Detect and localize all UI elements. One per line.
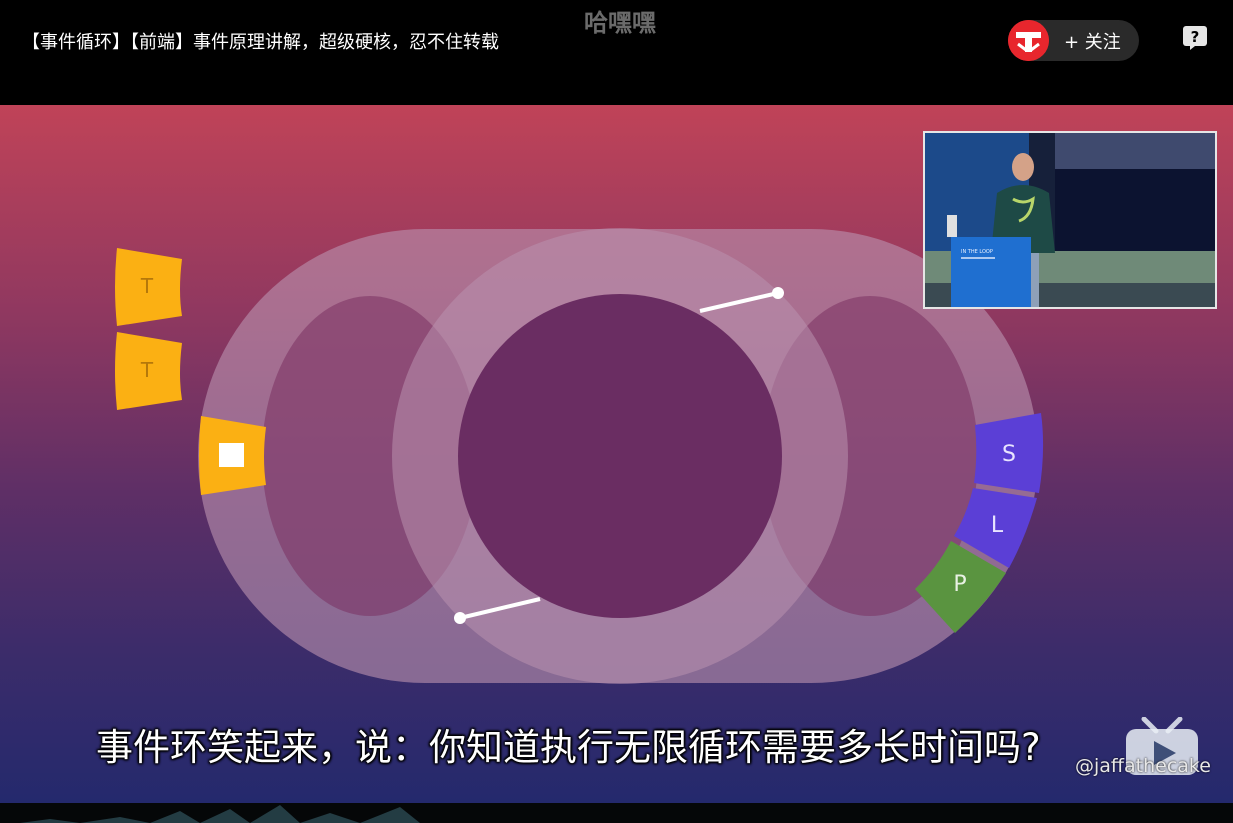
step-tile-p-label: P	[953, 572, 966, 597]
track-task-marker	[219, 443, 244, 467]
speaker-pip[interactable]: IN THE LOOP	[923, 131, 1217, 309]
video-title: 【事件循环】【前端】事件原理讲解，超级硬核，忍不住转载	[22, 32, 499, 53]
top-bar: 【事件循环】【前端】事件原理讲解，超级硬核，忍不住转载 哈嘿嘿 + 关注 ?	[0, 0, 1233, 105]
progress-waveform-bar[interactable]	[0, 803, 1233, 823]
follow-button-label[interactable]: + 关注	[1064, 28, 1121, 54]
connector-bottom-dot	[454, 612, 466, 624]
avatar-logo-icon	[1008, 20, 1049, 61]
waveform-graphic	[20, 805, 420, 823]
left-task-tiles: T T	[115, 248, 182, 410]
watermark-text: 哈嘿嘿	[584, 9, 656, 37]
speaker-scene: IN THE LOOP	[925, 133, 1215, 307]
loop-track	[198, 228, 1038, 684]
task-tile-2-label: T	[140, 358, 154, 382]
loop-track-center	[458, 294, 782, 618]
step-tile-l-label: L	[991, 513, 1004, 538]
connector-top-dot	[772, 287, 784, 299]
video-frame[interactable]: T T S L P IN THE LOOP 事件环笑起来，说：你知道执行无限循环…	[0, 105, 1233, 803]
step-tile-s-label: S	[1002, 442, 1016, 467]
author-handle: @jaffathecake	[1075, 755, 1211, 777]
help-icon[interactable]: ?	[1182, 25, 1208, 51]
slide-title-text: IN THE LOOP	[961, 249, 993, 255]
task-tile-1-label: T	[140, 274, 154, 298]
track-task-tile	[199, 416, 266, 495]
video-subtitle: 事件环笑起来，说：你知道执行无限循环需要多长时间吗?	[96, 726, 1041, 769]
uploader-avatar[interactable]	[1008, 20, 1049, 61]
svg-text:?: ?	[1191, 28, 1200, 46]
